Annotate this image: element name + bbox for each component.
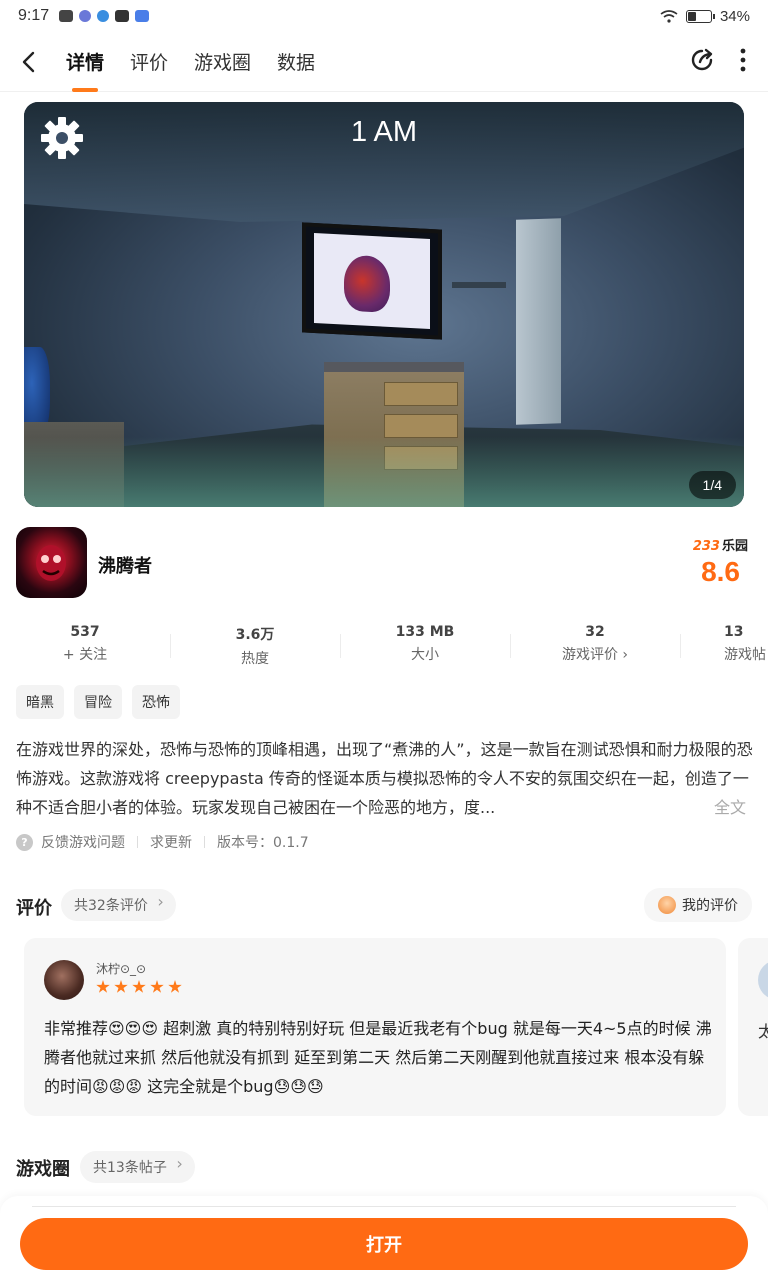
- tv-face: [344, 254, 390, 313]
- scene-shelf: [452, 282, 506, 288]
- star-icon: [114, 980, 128, 993]
- game-circle-section-title: 游戏圈: [16, 1159, 70, 1180]
- review-text: 非常推荐😍😍😍 超刺激 真的特别特别好玩 但是最近我老有个bug 就是每一天4~…: [44, 1019, 712, 1096]
- battery-percent: 34%: [719, 7, 750, 25]
- status-time: 9:17: [18, 7, 50, 24]
- star-icon: [150, 980, 164, 993]
- tab-game-circle[interactable]: 游戏圈: [194, 32, 251, 92]
- battery-icon: [685, 9, 715, 23]
- game-description: 在游戏世界的深处，恐怖与恐怖的顶峰相遇，出现了“煮沸的人”，这是一款旨在测试恐惧…: [16, 735, 756, 822]
- game-score: 8.6: [701, 556, 740, 587]
- game-title: 沸腾者: [98, 556, 152, 577]
- star-icon: [168, 980, 182, 993]
- controller-icon: [135, 10, 150, 22]
- avatar: [758, 960, 768, 1000]
- tab-bar: 详情 评价 游戏圈 数据: [56, 32, 315, 92]
- back-button[interactable]: [0, 32, 56, 92]
- tab-details[interactable]: 详情: [66, 32, 104, 92]
- my-review-button[interactable]: 我的评价: [644, 888, 752, 922]
- stat-size: 133 MB 大小: [340, 624, 510, 670]
- review-username: 沐柠⊙_⊙: [96, 962, 147, 976]
- wifi-icon: [660, 10, 678, 23]
- game-icon: [16, 527, 87, 598]
- tag-dark[interactable]: 暗黑: [16, 685, 64, 719]
- score-brand: 233 乐园: [692, 539, 748, 554]
- open-game-button[interactable]: 打开: [20, 1218, 748, 1270]
- review-card-next[interactable]: 太: [738, 938, 768, 1116]
- share-button[interactable]: [688, 46, 716, 78]
- game-time-overlay: 1 AM: [350, 116, 418, 148]
- posts-count-link[interactable]: 共13条帖子: [80, 1151, 195, 1183]
- review-card[interactable]: 沐柠⊙_⊙ 非常推荐😍😍😍 超刺激 真的特别特别好玩 但是最近我老有个bug 就…: [24, 938, 726, 1116]
- review-text-preview: 太: [758, 1022, 768, 1041]
- tag-adventure[interactable]: 冒险: [74, 685, 122, 719]
- feedback-link[interactable]: 反馈游戏问题: [41, 832, 125, 852]
- review-rating: [96, 980, 182, 994]
- video-icon: [59, 10, 74, 22]
- stat-heat: 3.6万 热度: [170, 624, 340, 670]
- chevron-left-icon: [22, 51, 35, 72]
- divider: [204, 836, 205, 848]
- screenshot-carousel[interactable]: 1 AM 1/4: [24, 102, 744, 507]
- help-icon: ?: [16, 833, 33, 851]
- star-icon: [132, 980, 146, 993]
- avatar: [658, 896, 676, 914]
- stat-reviews[interactable]: 32 游戏评价 ›: [510, 624, 680, 670]
- game-notification-icon: [115, 10, 130, 22]
- meta-row: ? 反馈游戏问题 求更新 版本号：0.1.7: [16, 832, 309, 852]
- reviews-section-title: 评价: [16, 898, 52, 919]
- stats-row: 537 + 关注 3.6万 热度 133 MB 大小 32 游戏评价 › 13 游戏帖: [0, 624, 768, 670]
- scene-tv: [302, 222, 442, 340]
- tab-data[interactable]: 数据: [277, 32, 315, 92]
- top-nav: 详情 评价 游戏圈 数据: [0, 32, 768, 92]
- more-button[interactable]: [740, 48, 746, 76]
- reviews-count-link[interactable]: 共32条评价: [61, 889, 176, 921]
- notification-icons: [59, 10, 150, 22]
- stat-follow[interactable]: 537 + 关注: [0, 624, 170, 670]
- divider: [137, 836, 138, 848]
- expand-description-link[interactable]: 全文: [711, 793, 746, 822]
- tag-list: 暗黑 冒险 恐怖: [16, 685, 180, 719]
- avatar: [44, 960, 84, 1000]
- star-icon: [96, 980, 110, 993]
- share-icon: [691, 48, 713, 70]
- request-update-link[interactable]: 求更新: [150, 832, 192, 852]
- scene-door: [516, 218, 561, 425]
- app-notification-icon: [97, 10, 110, 22]
- version-label: 版本号：0.1.7: [217, 835, 309, 851]
- music-icon: [79, 10, 92, 22]
- tab-reviews[interactable]: 评价: [130, 32, 168, 92]
- stat-posts[interactable]: 13 游戏帖: [680, 624, 768, 670]
- status-bar: 9:17 34%: [0, 0, 768, 32]
- tag-horror[interactable]: 恐怖: [132, 685, 180, 719]
- more-vertical-icon: [740, 48, 746, 71]
- carousel-counter: 1/4: [688, 471, 736, 499]
